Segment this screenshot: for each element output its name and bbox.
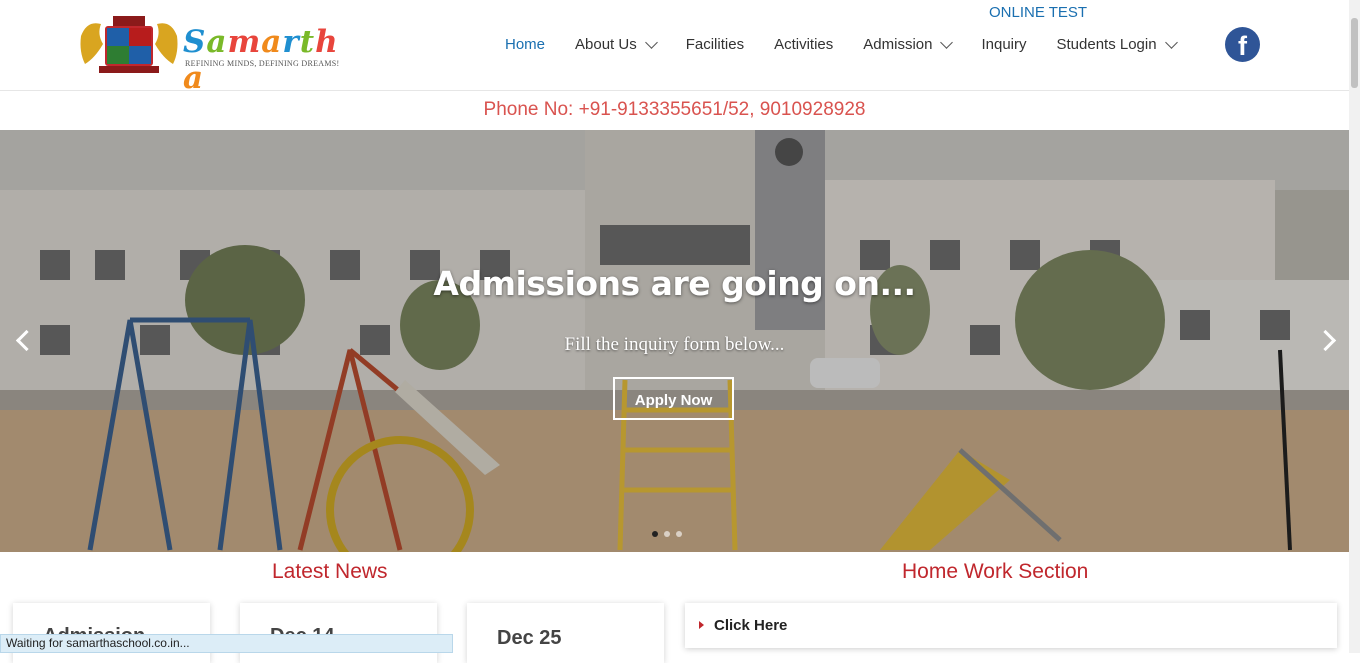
carousel-indicators: [652, 531, 682, 537]
brand-letter: S: [183, 24, 207, 60]
page-scrollbar[interactable]: [1349, 0, 1360, 653]
nav-item-label: Inquiry: [981, 36, 1027, 53]
browser-status-bar: Waiting for samarthaschool.co.in...: [0, 634, 453, 653]
brand-letter: h: [315, 24, 339, 60]
site-header: Samartha REFINING MINDS, DEFINING DREAMS…: [0, 0, 1349, 96]
chevron-down-icon: [940, 36, 954, 49]
news-card-title: Dec 25: [497, 627, 562, 649]
carousel-dot[interactable]: [664, 531, 670, 537]
nav-item-about-us[interactable]: About Us: [575, 36, 658, 53]
carousel-dot[interactable]: [652, 531, 658, 537]
nav-item-inquiry[interactable]: Inquiry: [981, 36, 1026, 53]
brand-letter: m: [227, 24, 262, 60]
hero-title: Admissions are going on...: [433, 264, 916, 303]
site-logo[interactable]: Samartha REFINING MINDS, DEFINING DREAMS…: [77, 14, 342, 96]
brand-letter: t: [299, 24, 316, 60]
facebook-icon[interactable]: f: [1225, 27, 1260, 62]
online-test-link[interactable]: ONLINE TEST: [989, 4, 1087, 21]
chevron-down-icon: [644, 36, 658, 49]
hero-carousel: Admissions are going on... Fill the inqu…: [0, 130, 1349, 552]
main-nav: Home About Us Facilities Activities Admissio…: [505, 36, 1206, 53]
latest-news-title: Latest News: [272, 560, 388, 583]
brand-letter: r: [282, 24, 300, 60]
hero-subtitle: Fill the inquiry form below...: [564, 334, 785, 355]
nav-item-label: Students Login: [1056, 36, 1157, 53]
news-card[interactable]: Dec 25: [467, 603, 664, 663]
brand-letter: a: [261, 24, 283, 60]
homework-link[interactable]: Click Here: [714, 617, 787, 634]
crest-icon: [80, 16, 178, 73]
phone-number: Phone No: +91-9133355651/52, 9010928928: [483, 99, 866, 120]
nav-item-label: Home: [505, 36, 546, 53]
chevron-down-icon: [1164, 36, 1178, 49]
nav-item-activities[interactable]: Activities: [774, 36, 833, 53]
nav-item-students-login[interactable]: Students Login: [1056, 36, 1178, 53]
nav-item-admission[interactable]: Admission: [863, 36, 954, 53]
apply-now-button[interactable]: Apply Now: [613, 377, 734, 420]
brand-tagline: REFINING MINDS, DEFINING DREAMS!: [185, 59, 340, 68]
news-card[interactable]: Admission: [13, 603, 210, 663]
homework-accordion[interactable]: Click Here: [685, 603, 1337, 648]
nav-item-home[interactable]: Home: [505, 36, 545, 53]
nav-item-label: Activities: [774, 36, 834, 53]
nav-item-label: About Us: [575, 36, 637, 53]
phone-bar: Phone No: +91-9133355651/52, 9010928928: [0, 91, 1349, 130]
nav-item-label: Facilities: [685, 36, 745, 53]
carousel-dot[interactable]: [676, 531, 682, 537]
nav-item-facilities[interactable]: Facilities: [686, 36, 744, 53]
news-card[interactable]: Dec 14: [240, 603, 437, 663]
brand-letter: a: [206, 24, 228, 60]
nav-item-label: Admission: [863, 36, 933, 53]
homework-section-title: Home Work Section: [902, 560, 1089, 583]
scrollbar-thumb[interactable]: [1351, 18, 1358, 88]
caret-right-icon: [699, 621, 704, 629]
